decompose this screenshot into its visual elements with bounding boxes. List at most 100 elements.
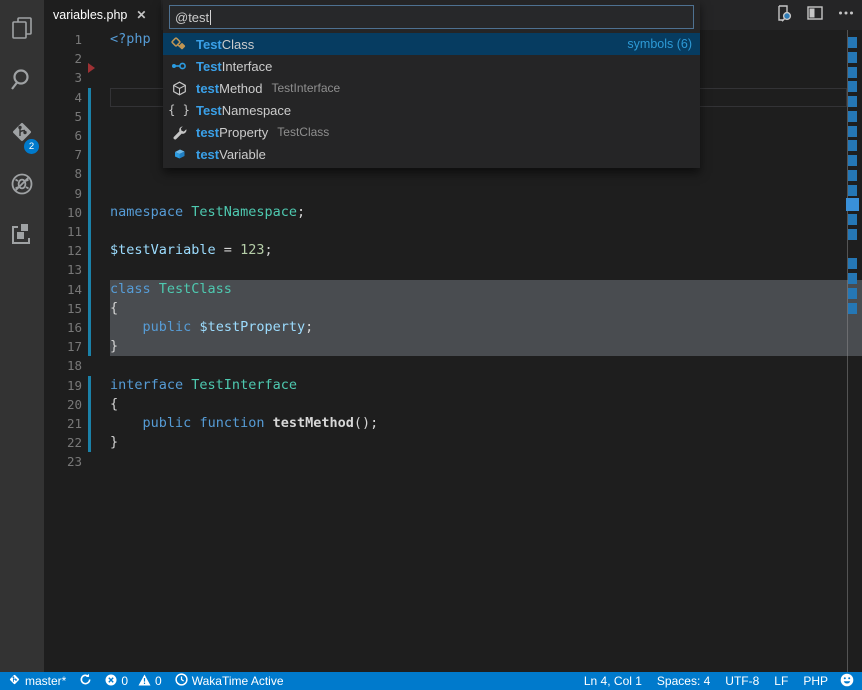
eol-indicator[interactable]: LF (774, 672, 788, 690)
line-number: 19 (44, 376, 85, 395)
symbol-label: Namespace (222, 103, 291, 118)
overview-modified-mark (848, 81, 857, 92)
method-icon (171, 80, 187, 96)
sync-button[interactable] (79, 672, 92, 690)
line-number: 21 (44, 414, 85, 433)
line-number: 20 (44, 395, 85, 414)
status-bar-right: Ln 4, Col 1 Spaces: 4 UTF-8 LF PHP (569, 672, 854, 690)
symbol-match-text: Test (196, 103, 222, 118)
quick-open-item-testvariable[interactable]: testVariable (163, 143, 700, 165)
quick-open-item-testnamespace[interactable]: { } TestNamespace (163, 99, 700, 121)
git-modified-bar (88, 88, 91, 357)
cursor-position[interactable]: Ln 4, Col 1 (584, 672, 642, 690)
encoding-indicator[interactable]: UTF-8 (725, 672, 759, 690)
code-line[interactable]: } (110, 337, 118, 356)
quick-open-list: TestClasssymbols (6)TestInterfacetestMet… (163, 33, 700, 165)
more-actions-button[interactable] (834, 3, 858, 27)
variable-icon (171, 146, 187, 162)
line-number: 23 (44, 452, 85, 471)
line-number: 4 (44, 88, 85, 107)
symbol-match-text: Test (196, 37, 222, 52)
status-bar: master* 0 (0, 672, 862, 690)
git-deleted-marker (88, 63, 95, 73)
text-cursor (210, 10, 211, 25)
overview-modified-mark (848, 96, 857, 107)
code-line[interactable]: public $testProperty; (110, 318, 313, 337)
class-icon (171, 36, 187, 52)
code-line[interactable]: $testVariable = 123; (110, 241, 273, 260)
open-changes-button[interactable] (772, 3, 796, 27)
quick-open-item-testmethod[interactable]: testMethodTestInterface (163, 77, 700, 99)
code-line[interactable]: <?php (110, 30, 151, 49)
code-line[interactable]: } (110, 433, 118, 452)
line-number: 18 (44, 356, 85, 375)
code-line[interactable]: namespace TestNamespace; (110, 203, 305, 222)
quick-open-input-value: @test (175, 10, 209, 25)
overview-modified-mark (848, 214, 857, 225)
branch-label: master* (25, 674, 66, 688)
overview-modified-mark (848, 288, 857, 299)
code-line[interactable]: { (110, 299, 118, 318)
overview-modified-mark (848, 140, 857, 151)
code-line[interactable]: class TestClass (110, 280, 232, 299)
activity-bar: 2 (0, 0, 44, 672)
sidebar-item-extensions[interactable] (0, 214, 44, 258)
quick-open-input[interactable]: @test (169, 5, 694, 29)
split-editor-button[interactable] (803, 3, 827, 27)
overview-modified-mark (848, 155, 857, 166)
line-number: 14 (44, 280, 85, 299)
code-line[interactable]: { (110, 395, 118, 414)
symbol-label: Interface (222, 59, 273, 74)
tab-label: variables.php (53, 8, 127, 22)
overview-modified-mark (848, 229, 857, 240)
symbol-label: Class (222, 37, 255, 52)
sidebar-item-source-control[interactable]: 2 (0, 112, 44, 156)
property-icon (171, 124, 187, 140)
tab-variables-php[interactable]: variables.php ✕ (44, 0, 161, 30)
code-line[interactable]: public function testMethod(); (110, 414, 378, 433)
overview-modified-mark (848, 170, 857, 181)
line-number: 11 (44, 222, 85, 241)
feedback-button[interactable] (840, 672, 854, 690)
debug-icon (8, 170, 36, 203)
symbol-match-text: Test (196, 59, 222, 74)
symbol-match-text: test (196, 81, 219, 96)
line-number: 2 (44, 49, 85, 68)
error-count: 0 (121, 674, 128, 688)
line-number: 15 (44, 299, 85, 318)
overview-modified-mark (848, 52, 857, 63)
language-indicator[interactable]: PHP (803, 672, 828, 690)
overview-selection-mark (846, 198, 859, 211)
ellipsis-icon (837, 4, 855, 27)
overview-modified-mark (848, 303, 857, 314)
quick-open-item-testinterface[interactable]: TestInterface (163, 55, 700, 77)
warning-count: 0 (155, 674, 162, 688)
sidebar-item-debug[interactable] (0, 164, 44, 208)
sync-icon (79, 673, 92, 689)
extensions-icon (8, 220, 36, 253)
indentation-indicator[interactable]: Spaces: 4 (657, 672, 710, 690)
line-number: 1 (44, 30, 85, 49)
overview-modified-mark (848, 273, 857, 284)
namespace-icon: { } (171, 102, 187, 118)
sidebar-item-search[interactable] (0, 60, 44, 104)
line-number: 16 (44, 318, 85, 337)
quick-open-item-testproperty[interactable]: testPropertyTestClass (163, 121, 700, 143)
quick-open-widget: @test TestClasssymbols (6)TestInterfacet… (163, 0, 700, 168)
vscode-window: 2 (0, 0, 862, 690)
line-number: 8 (44, 164, 85, 183)
sidebar-item-explorer[interactable] (0, 8, 44, 52)
close-icon[interactable]: ✕ (136, 8, 146, 22)
error-icon (105, 674, 117, 689)
line-number: 10 (44, 203, 85, 222)
group-badge: symbols (6) (627, 37, 692, 51)
quick-open-item-testclass[interactable]: TestClass symbols (6) (163, 33, 700, 55)
code-line[interactable]: interface TestInterface (110, 376, 297, 395)
line-number: 7 (44, 145, 85, 164)
search-icon (8, 66, 36, 99)
overview-modified-mark (848, 111, 857, 122)
branch-indicator[interactable]: master* (8, 672, 66, 690)
wakatime-indicator[interactable]: WakaTime Active (175, 672, 284, 690)
line-number: 9 (44, 184, 85, 203)
problems-indicator[interactable]: 0 0 (105, 672, 161, 690)
